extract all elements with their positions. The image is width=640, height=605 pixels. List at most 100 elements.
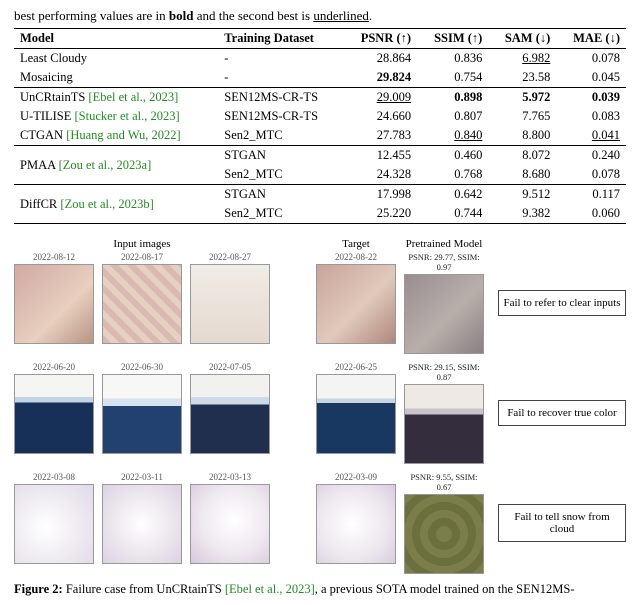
cell-ssim: 0.807 xyxy=(417,107,488,126)
cell-model: DiffCR [Zou et al., 2023b] xyxy=(14,185,218,224)
cell-psnr: 25.220 xyxy=(343,204,417,224)
col-psnr: PSNR (↑) xyxy=(343,29,417,49)
figure: Input images Target Pretrained Model 202… xyxy=(14,238,626,597)
cell-sam: 9.512 xyxy=(488,185,556,205)
cell-dataset: Sen2_MTC xyxy=(218,165,343,185)
input-image xyxy=(14,374,94,454)
date-label: 2022-08-12 xyxy=(14,252,94,262)
cell-mae: 0.117 xyxy=(556,185,626,205)
cell-dataset: SEN12MS-CR-TS xyxy=(218,107,343,126)
figure-row: 2022-03-08 2022-03-11 2022-03-13 2022-03… xyxy=(14,472,626,574)
cell-sam: 5.972 xyxy=(488,88,556,108)
cell-dataset: STGAN xyxy=(218,146,343,166)
input-tile: 2022-08-27 xyxy=(190,252,270,344)
cell-mae: 0.078 xyxy=(556,49,626,69)
cell-sam: 6.982 xyxy=(488,49,556,69)
citation-link[interactable]: [Stucker et al., 2023] xyxy=(75,109,180,123)
table-row: CTGAN [Huang and Wu, 2022]Sen2_MTC27.783… xyxy=(14,126,626,146)
date-label: 2022-06-25 xyxy=(316,362,396,372)
table-row: Least Cloudy -28.8640.8366.9820.078 xyxy=(14,49,626,69)
input-image xyxy=(190,374,270,454)
cell-psnr: 27.783 xyxy=(343,126,417,146)
date-label: 2022-08-22 xyxy=(316,252,396,262)
metric-label: PSNR: 9.55, SSIM: 0.67 xyxy=(404,472,484,492)
figure-row: 2022-08-12 2022-08-17 2022-08-27 2022-08… xyxy=(14,252,626,354)
cell-dataset: SEN12MS-CR-TS xyxy=(218,88,343,108)
metric-label: PSNR: 29.15, SSIM: 0.87 xyxy=(404,362,484,382)
input-tile: 2022-08-12 xyxy=(14,252,94,344)
input-image xyxy=(102,374,182,454)
date-label: 2022-08-17 xyxy=(102,252,182,262)
pred-image xyxy=(404,274,484,354)
date-label: 2022-03-08 xyxy=(14,472,94,482)
cell-psnr: 24.328 xyxy=(343,165,417,185)
header-pretrained: Pretrained Model xyxy=(404,238,484,250)
cell-model: Least Cloudy xyxy=(14,49,218,69)
cell-psnr: 29.009 xyxy=(343,88,417,108)
cell-model: Mosaicing xyxy=(14,68,218,88)
target-image xyxy=(316,374,396,454)
target-tile: 2022-08-22 xyxy=(316,252,396,344)
input-image xyxy=(14,484,94,564)
cell-model: PMAA [Zou et al., 2023a] xyxy=(14,146,218,185)
cell-ssim: 0.836 xyxy=(417,49,488,69)
cell-model: CTGAN [Huang and Wu, 2022] xyxy=(14,126,218,146)
date-label: 2022-03-13 xyxy=(190,472,270,482)
date-label: 2022-07-05 xyxy=(190,362,270,372)
citation-link[interactable]: [Huang and Wu, 2022] xyxy=(66,128,181,142)
pred-image xyxy=(404,494,484,574)
cell-mae: 0.041 xyxy=(556,126,626,146)
pred-image xyxy=(404,384,484,464)
input-tile: 2022-08-17 xyxy=(102,252,182,344)
cell-model: U-TILISE [Stucker et al., 2023] xyxy=(14,107,218,126)
failure-note: Fail to tell snow from cloud xyxy=(498,504,626,542)
target-tile: 2022-03-09 xyxy=(316,472,396,564)
cell-mae: 0.045 xyxy=(556,68,626,88)
citation-link[interactable]: [Zou et al., 2023b] xyxy=(60,197,153,211)
failure-note: Fail to recover true color xyxy=(498,400,626,426)
cell-ssim: 0.754 xyxy=(417,68,488,88)
date-label: 2022-03-09 xyxy=(316,472,396,482)
cell-dataset: Sen2_MTC xyxy=(218,204,343,224)
col-sam: SAM (↓) xyxy=(488,29,556,49)
metric-label: PSNR: 29.77, SSIM: 0.97 xyxy=(404,252,484,272)
input-image xyxy=(190,264,270,344)
col-mae: MAE (↓) xyxy=(556,29,626,49)
input-tile: 2022-03-11 xyxy=(102,472,182,564)
pred-tile: PSNR: 29.77, SSIM: 0.97 xyxy=(404,252,484,354)
table-row: PMAA [Zou et al., 2023a]STGAN12.4550.460… xyxy=(14,146,626,166)
cell-ssim: 0.768 xyxy=(417,165,488,185)
col-model: Model xyxy=(14,29,218,49)
citation-link[interactable]: [Zou et al., 2023a] xyxy=(59,158,152,172)
header-inputs: Input images xyxy=(14,238,270,250)
cell-ssim: 0.898 xyxy=(417,88,488,108)
input-tile: 2022-07-05 xyxy=(190,362,270,454)
table-row: UnCRtainTS [Ebel et al., 2023]SEN12MS-CR… xyxy=(14,88,626,108)
cell-sam: 7.765 xyxy=(488,107,556,126)
input-tile: 2022-03-08 xyxy=(14,472,94,564)
input-tile: 2022-06-20 xyxy=(14,362,94,454)
cell-sam: 8.680 xyxy=(488,165,556,185)
input-image xyxy=(102,484,182,564)
date-label: 2022-06-20 xyxy=(14,362,94,372)
cell-model: UnCRtainTS [Ebel et al., 2023] xyxy=(14,88,218,108)
input-image xyxy=(14,264,94,344)
cell-dataset: - xyxy=(218,49,343,69)
cell-psnr: 28.864 xyxy=(343,49,417,69)
cell-sam: 8.800 xyxy=(488,126,556,146)
cell-dataset: STGAN xyxy=(218,185,343,205)
cell-psnr: 29.824 xyxy=(343,68,417,88)
results-table: Model Training Dataset PSNR (↑) SSIM (↑)… xyxy=(14,28,626,224)
cell-sam: 9.382 xyxy=(488,204,556,224)
cell-ssim: 0.840 xyxy=(417,126,488,146)
cell-ssim: 0.744 xyxy=(417,204,488,224)
pred-tile: PSNR: 9.55, SSIM: 0.67 xyxy=(404,472,484,574)
citation-link[interactable]: [Ebel et al., 2023] xyxy=(88,90,178,104)
header-target: Target xyxy=(316,238,396,250)
cell-dataset: - xyxy=(218,68,343,88)
table-row: Mosaicing -29.8240.75423.580.045 xyxy=(14,68,626,88)
cell-sam: 8.072 xyxy=(488,146,556,166)
table-row: U-TILISE [Stucker et al., 2023]SEN12MS-C… xyxy=(14,107,626,126)
input-image xyxy=(102,264,182,344)
cell-psnr: 17.998 xyxy=(343,185,417,205)
